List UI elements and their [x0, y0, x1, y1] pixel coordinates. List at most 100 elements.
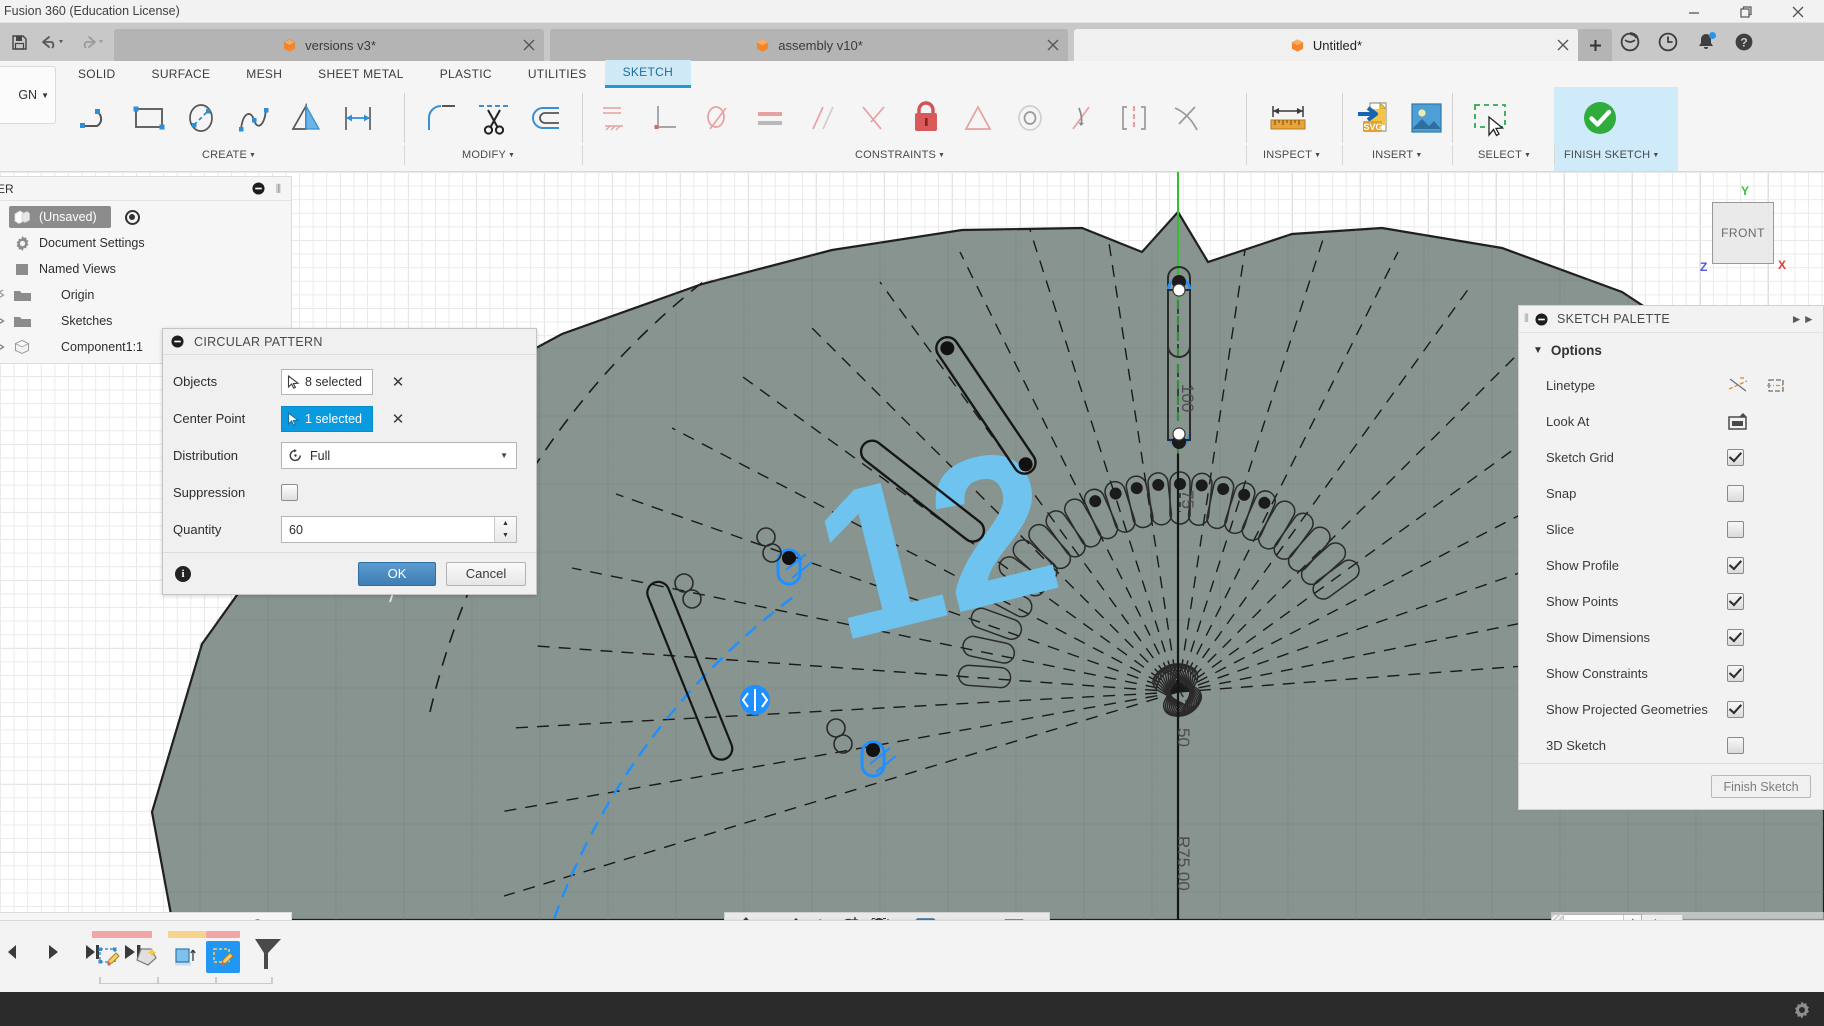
minimize-icon[interactable]: [1668, 0, 1720, 23]
document-tab-assembly[interactable]: assembly v10*: [550, 29, 1068, 61]
fillet-icon[interactable]: [416, 90, 468, 146]
distribution-dropdown[interactable]: Full ▼: [281, 442, 517, 469]
browser-item-origin[interactable]: Origin: [0, 282, 291, 308]
parallel-icon[interactable]: [796, 90, 848, 146]
clear-objects-icon[interactable]: ✕: [385, 373, 411, 391]
visibility-toggle-on-icon[interactable]: [0, 339, 5, 355]
sketch-feature-icon[interactable]: [92, 941, 126, 973]
suppression-checkbox[interactable]: [281, 484, 298, 501]
close-icon[interactable]: [522, 38, 536, 52]
panel-label-create[interactable]: CREATE▼: [202, 149, 256, 161]
extrude-feature-icon[interactable]: [130, 941, 164, 973]
sketch-active-icon[interactable]: [206, 941, 240, 973]
line-icon[interactable]: [72, 90, 124, 146]
dimension-100[interactable]: 100: [1177, 384, 1197, 412]
finish-sketch-button[interactable]: Finish Sketch: [1711, 775, 1811, 798]
document-tab-versions[interactable]: versions v3*: [114, 29, 544, 61]
panel-label-constraints[interactable]: CONSTRAINTS▼: [855, 149, 945, 161]
insert-image-icon[interactable]: [1400, 90, 1452, 146]
step-back-icon[interactable]: [0, 939, 26, 965]
timeline-end-marker[interactable]: [255, 939, 281, 969]
stepper-up-icon[interactable]: ▲: [495, 517, 516, 530]
show-dimensions-checkbox[interactable]: [1727, 629, 1744, 646]
restore-icon[interactable]: [1720, 0, 1772, 23]
close-icon[interactable]: [1556, 38, 1570, 52]
coincident-icon[interactable]: [588, 90, 640, 146]
show-points-checkbox[interactable]: [1727, 593, 1744, 610]
browser-root-pill[interactable]: (Unsaved): [9, 206, 111, 228]
cancel-button[interactable]: Cancel: [446, 562, 526, 586]
browser-item-named-views[interactable]: Named Views: [0, 256, 291, 282]
collapse-icon[interactable]: [252, 182, 265, 195]
help-icon[interactable]: ?: [1726, 25, 1762, 59]
tab-utilities[interactable]: UTILITIES: [510, 62, 605, 87]
play-icon[interactable]: [40, 939, 66, 965]
show-projected-geometries-checkbox[interactable]: [1727, 701, 1744, 718]
info-icon[interactable]: i: [175, 566, 191, 582]
palette-options-section[interactable]: ▼ Options: [1519, 333, 1823, 367]
rectangle-icon[interactable]: [124, 90, 176, 146]
midpoint-icon[interactable]: [1004, 90, 1056, 146]
mirror-icon[interactable]: [280, 90, 332, 146]
visibility-toggle-on-icon[interactable]: [0, 313, 5, 329]
show-constraints-checkbox[interactable]: [1727, 665, 1744, 682]
curvature-icon[interactable]: [1160, 90, 1212, 146]
undo-icon[interactable]: [36, 27, 70, 57]
panel-label-insert[interactable]: INSERT▼: [1372, 149, 1422, 161]
timeline-item-sketch1[interactable]: [92, 931, 126, 973]
look-at-icon[interactable]: [1727, 412, 1748, 431]
spline-icon[interactable]: [228, 90, 280, 146]
offset-icon[interactable]: [520, 90, 572, 146]
panel-label-finish-sketch[interactable]: FINISH SKETCH▼: [1564, 149, 1659, 161]
tab-surface[interactable]: SURFACE: [134, 62, 229, 87]
dimension-radius[interactable]: R75.00: [1173, 836, 1193, 891]
tab-plastic[interactable]: PLASTIC: [422, 62, 510, 87]
slice-checkbox[interactable]: [1727, 521, 1744, 538]
dimension-50[interactable]: 50: [1173, 728, 1193, 747]
job-status-icon[interactable]: [1612, 25, 1648, 59]
new-tab-button[interactable]: [1578, 29, 1612, 61]
close-icon[interactable]: [1772, 0, 1824, 23]
collapse-icon[interactable]: [171, 335, 184, 348]
panel-label-inspect[interactable]: INSPECT▼: [1263, 149, 1321, 161]
timeline-item-sketch2-active[interactable]: [206, 931, 240, 973]
sketch-grid-checkbox[interactable]: [1727, 449, 1744, 466]
gear-icon[interactable]: [1792, 1000, 1812, 1020]
select-window-icon[interactable]: [1462, 90, 1522, 146]
panel-label-modify[interactable]: MODIFY▼: [462, 149, 515, 161]
browser-item-document-settings[interactable]: Document Settings: [0, 230, 291, 256]
ok-button[interactable]: OK: [358, 562, 436, 586]
dimension-75[interactable]: 75: [1177, 490, 1197, 509]
3d-sketch-checkbox[interactable]: [1727, 737, 1744, 754]
fix-lock-icon[interactable]: [900, 90, 952, 146]
equal-icon[interactable]: [744, 90, 796, 146]
centerline-icon[interactable]: [1765, 376, 1787, 395]
snap-checkbox[interactable]: [1727, 485, 1744, 502]
collinear-icon[interactable]: [640, 90, 692, 146]
tab-sheet-metal[interactable]: SHEET METAL: [300, 62, 422, 87]
collapse-icon[interactable]: [1535, 313, 1548, 326]
redo-icon[interactable]: [74, 27, 108, 57]
expand-right-icon[interactable]: ►►: [1791, 312, 1815, 326]
insert-svg-icon[interactable]: SVG: [1348, 90, 1400, 146]
quantity-input[interactable]: 60 ▲ ▼: [281, 516, 517, 543]
quantity-stepper[interactable]: ▲ ▼: [494, 517, 516, 542]
center-point-selection-field[interactable]: 1 selected: [281, 406, 373, 432]
stepper-down-icon[interactable]: ▼: [495, 530, 516, 543]
view-cube[interactable]: FRONT Y X Z: [1694, 182, 1792, 280]
panel-gripper[interactable]: ⦀: [276, 182, 281, 197]
browser-item-unsaved[interactable]: (Unsaved): [0, 204, 291, 230]
timeline-item-extrude2[interactable]: [168, 931, 202, 973]
symmetry-icon[interactable]: [1108, 90, 1160, 146]
palette-gripper[interactable]: ⦀: [1524, 313, 1529, 326]
timeline-item-extrude1[interactable]: [130, 931, 164, 973]
active-document-radio[interactable]: [125, 210, 140, 225]
construction-line-icon[interactable]: [1727, 376, 1749, 395]
concentric-icon[interactable]: [692, 90, 744, 146]
clear-center-point-icon[interactable]: ✕: [385, 410, 411, 428]
dialog-header[interactable]: CIRCULAR PATTERN: [163, 329, 536, 355]
trim-icon[interactable]: [468, 90, 520, 146]
objects-selection-field[interactable]: 8 selected: [281, 369, 373, 395]
document-tab-untitled[interactable]: Untitled*: [1074, 29, 1578, 61]
measure-icon[interactable]: [1258, 90, 1318, 146]
